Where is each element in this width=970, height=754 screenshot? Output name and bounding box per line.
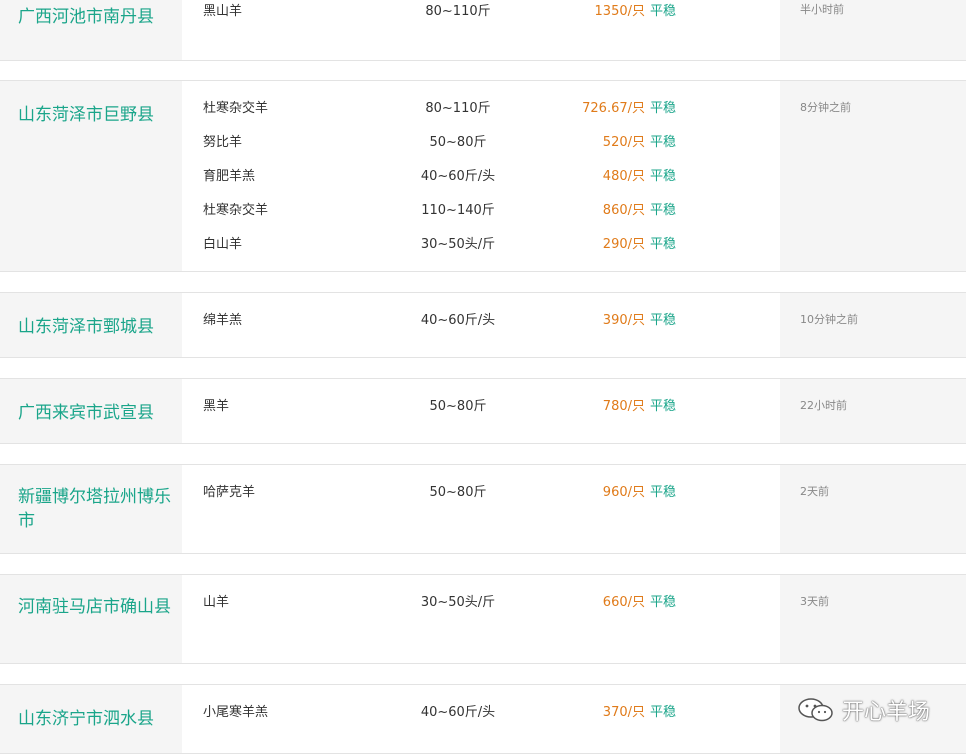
time-column: 2天前 <box>780 465 966 553</box>
price-value: 660/只 <box>602 595 645 610</box>
update-time: 2天前 <box>800 485 829 498</box>
breed-name: 小尾寒羊羔 <box>203 705 269 720</box>
breed-name: 白山羊 <box>203 237 243 252</box>
price-value: 780/只 <box>602 399 645 414</box>
weight-range: 80~110斤 <box>425 101 491 116</box>
price-value: 860/只 <box>602 203 645 218</box>
weight-range: 30~50头/斤 <box>420 595 496 610</box>
trend-status: 平稳 <box>650 135 677 150</box>
breed-name: 杜寒杂交羊 <box>203 203 269 218</box>
trend-status: 平稳 <box>650 203 677 218</box>
time-column: 半小时前 <box>780 0 966 60</box>
update-time: 半小时前 <box>800 3 844 16</box>
weight-range: 50~80斤 <box>429 399 487 414</box>
trend-status: 平稳 <box>650 4 677 19</box>
time-column: 22小时前 <box>780 379 966 443</box>
breed-name: 育肥羊羔 <box>203 169 256 184</box>
weight-range: 40~60斤/头 <box>420 705 496 720</box>
region-card: 新疆博尔塔拉州博乐市 哈萨克羊 50~80斤 960/只 平稳 2天前 <box>0 464 966 554</box>
time-column: 3天前 <box>780 575 966 663</box>
price-value: 370/只 <box>602 705 645 720</box>
breed-name: 努比羊 <box>203 135 243 150</box>
update-time: 3天前 <box>800 595 829 608</box>
breed-name: 山羊 <box>203 595 230 610</box>
breed-name: 黑羊 <box>203 399 230 414</box>
trend-status: 平稳 <box>650 705 677 720</box>
breed-name: 杜寒杂交羊 <box>203 101 269 116</box>
trend-status: 平稳 <box>650 101 677 116</box>
price-value: 480/只 <box>602 169 645 184</box>
wechat-icon <box>798 698 833 722</box>
region-card: 山东菏泽市鄄城县 绵羊羔 40~60斤/头 390/只 平稳 10分钟之前 <box>0 292 966 358</box>
update-time: 8分钟之前 <box>800 101 851 114</box>
region-card: 广西来宾市武宣县 黑羊 50~80斤 780/只 平稳 22小时前 <box>0 378 966 444</box>
breed-name: 哈萨克羊 <box>203 485 256 500</box>
price-value: 390/只 <box>602 313 645 328</box>
trend-status: 平稳 <box>650 399 677 414</box>
weight-range: 110~140斤 <box>421 203 495 218</box>
update-time: 10分钟之前 <box>800 313 858 326</box>
weight-range: 80~110斤 <box>425 4 491 19</box>
price-value: 1350/只 <box>594 4 645 19</box>
region-card: 河南驻马店市确山县 山羊 30~50头/斤 660/只 平稳 3天前 <box>0 574 966 664</box>
trend-status: 平稳 <box>650 595 677 610</box>
breed-name: 绵羊羔 <box>203 313 243 328</box>
watermark-text: 开心羊场 <box>842 700 931 725</box>
watermark: 开心羊场 <box>796 692 930 728</box>
price-value: 726.67/只 <box>582 101 645 116</box>
price-value: 290/只 <box>602 237 645 252</box>
breed-name: 黑山羊 <box>203 4 243 19</box>
time-column: 8分钟之前 <box>780 81 966 271</box>
trend-status: 平稳 <box>650 485 677 500</box>
trend-status: 平稳 <box>650 169 677 184</box>
trend-status: 平稳 <box>650 313 677 328</box>
region-card: 山东菏泽市巨野县 杜寒杂交羊 80~110斤 726.67/只 平稳 努比羊 50~80斤 5… <box>0 80 966 272</box>
price-value: 520/只 <box>602 135 645 150</box>
region-card: 广西河池市南丹县 黑山羊 80~110斤 1350/只 平稳 半小时前 <box>0 0 966 61</box>
weight-range: 50~80斤 <box>429 485 487 500</box>
trend-status: 平稳 <box>650 237 677 252</box>
weight-range: 30~50头/斤 <box>420 237 496 252</box>
update-time: 22小时前 <box>800 399 847 412</box>
weight-range: 40~60斤/头 <box>420 169 496 184</box>
time-column: 10分钟之前 <box>780 293 966 357</box>
weight-range: 40~60斤/头 <box>420 313 496 328</box>
price-value: 960/只 <box>602 485 645 500</box>
weight-range: 50~80斤 <box>429 135 487 150</box>
